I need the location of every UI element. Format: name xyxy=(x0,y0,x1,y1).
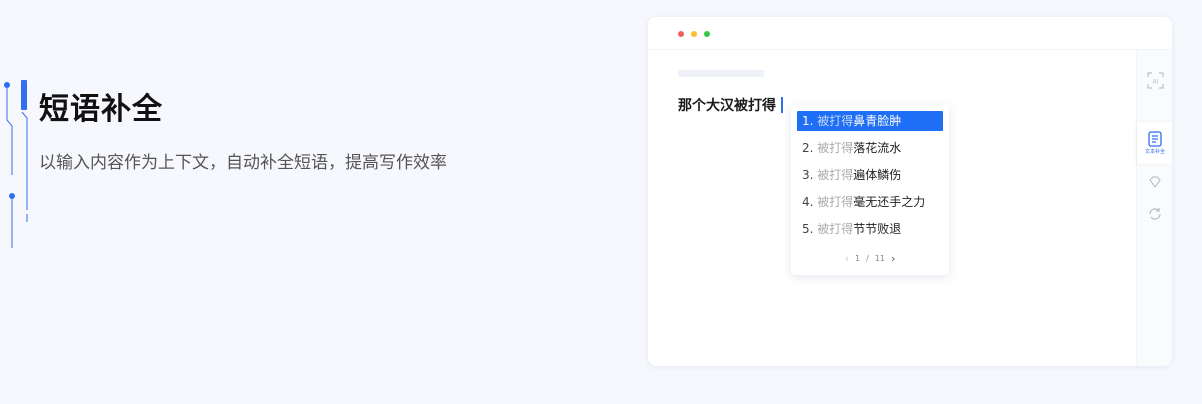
suggestion-pager: ‹ 1 / 11 › xyxy=(791,252,949,265)
suggestion-list: 1. 被打得鼻青脸肿 2. 被打得落花流水 3. 被打得遍体鳞伤 4. 被打得毫… xyxy=(797,111,943,246)
refresh-icon xyxy=(1149,208,1161,220)
text-caret xyxy=(781,97,783,113)
rail-item-refresh[interactable] xyxy=(1137,206,1172,226)
suggestion-item-5[interactable]: 5. 被打得节节败退 xyxy=(797,219,943,239)
suggestion-item-3[interactable]: 3. 被打得遍体鳞伤 xyxy=(797,165,943,185)
pager-total: 11 xyxy=(874,254,885,263)
suggestion-item-2[interactable]: 2. 被打得落花流水 xyxy=(797,138,943,158)
editor-text-area[interactable]: 那个大汉被打得 xyxy=(678,95,783,115)
editor-text: 那个大汉被打得 xyxy=(678,98,776,114)
tool-rail: AI 文本补全 xyxy=(1136,50,1172,366)
window-titlebar xyxy=(648,17,1172,50)
maximize-window-dot[interactable] xyxy=(704,31,710,37)
document-icon xyxy=(1148,131,1162,147)
editor-placeholder-bar xyxy=(678,70,764,77)
prev-page-chevron-icon[interactable]: ‹ xyxy=(845,252,849,265)
suggestion-item-1[interactable]: 1. 被打得鼻青脸肿 xyxy=(797,111,943,131)
circuit-decoration xyxy=(4,82,28,248)
rail-item-diamond[interactable] xyxy=(1137,174,1172,194)
feature-title: 短语补全 xyxy=(39,92,163,127)
diamond-icon xyxy=(1149,176,1161,189)
phrase-suggestion-popup: 1. 被打得鼻青脸肿 2. 被打得落花流水 3. 被打得遍体鳞伤 4. 被打得毫… xyxy=(791,105,949,275)
next-page-chevron-icon[interactable]: › xyxy=(891,252,895,265)
close-window-dot[interactable] xyxy=(678,31,684,37)
pager-current: 1 xyxy=(855,254,861,263)
title-accent-bar xyxy=(21,80,27,110)
minimize-window-dot[interactable] xyxy=(691,31,697,37)
rail-label-text-completion: 文本补全 xyxy=(1144,149,1165,155)
app-window: 那个大汉被打得 1. 被打得鼻青脸肿 2. 被打得落花流水 3. 被打得遍体鳞伤… xyxy=(648,17,1172,366)
svg-text:AI: AI xyxy=(1152,79,1158,86)
rail-item-ai-text[interactable]: AI xyxy=(1137,72,1172,98)
suggestion-item-4[interactable]: 4. 被打得毫无还手之力 xyxy=(797,192,943,212)
ai-text-icon: AI xyxy=(1146,72,1164,89)
rail-item-text-completion[interactable]: 文本补全 xyxy=(1137,122,1172,164)
feature-subtitle: 以输入内容作为上下文，自动补全短语，提高写作效率 xyxy=(39,153,447,173)
pager-separator: / xyxy=(866,254,869,263)
